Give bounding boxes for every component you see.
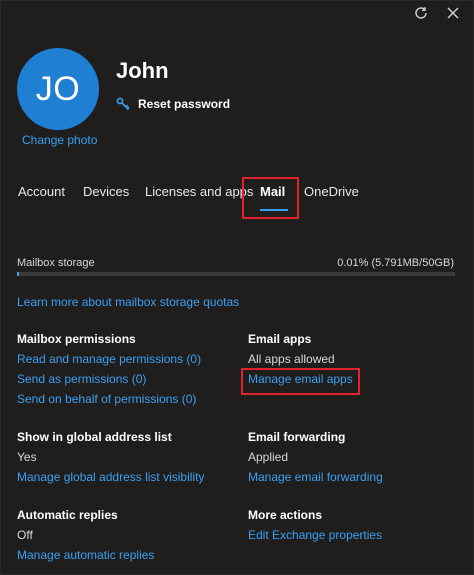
mail-tab-highlight	[242, 177, 299, 219]
mailbox-storage-fill	[17, 272, 20, 276]
manage-email-forwarding-link[interactable]: Manage email forwarding	[248, 470, 383, 484]
user-details-panel: JO Change photo John Reset password Acco…	[0, 0, 474, 575]
avatar: JO	[17, 48, 99, 130]
reset-password-button[interactable]: Reset password	[116, 97, 230, 111]
manage-email-apps-highlight	[241, 368, 360, 395]
global-address-title: Show in global address list	[17, 430, 172, 444]
refresh-icon[interactable]	[410, 2, 432, 24]
send-as-permissions-link[interactable]: Send as permissions (0)	[17, 372, 201, 386]
edit-exchange-properties-link[interactable]: Edit Exchange properties	[248, 528, 382, 542]
tab-account[interactable]: Account	[18, 184, 65, 199]
read-manage-permissions-link[interactable]: Read and manage permissions (0)	[17, 352, 201, 366]
mailbox-storage-bar	[17, 272, 455, 276]
email-apps-status: All apps allowed	[248, 352, 335, 366]
mailbox-storage-value: 0.01% (5.791MB/50GB)	[337, 257, 454, 269]
tab-onedrive[interactable]: OneDrive	[304, 184, 359, 199]
tab-devices[interactable]: Devices	[83, 184, 129, 199]
email-forwarding-title: Email forwarding	[248, 430, 346, 444]
more-actions-title: More actions	[248, 508, 323, 522]
reset-password-label: Reset password	[138, 97, 231, 111]
automatic-replies-title: Automatic replies	[17, 508, 118, 522]
manage-automatic-replies-link[interactable]: Manage automatic replies	[17, 548, 154, 562]
key-icon	[116, 97, 130, 111]
mailbox-permissions-section: Mailbox permissions Read and manage perm…	[17, 332, 201, 412]
automatic-replies-status: Off	[17, 528, 33, 542]
email-forwarding-section: Email forwarding Applied Manage email fo…	[248, 430, 383, 490]
close-icon[interactable]	[442, 2, 464, 24]
change-photo-link[interactable]: Change photo	[22, 133, 97, 147]
mailbox-storage-label: Mailbox storage	[17, 257, 95, 269]
tab-licenses-and-apps[interactable]: Licenses and apps	[145, 184, 253, 199]
more-actions-section: More actions Edit Exchange properties	[248, 508, 382, 548]
global-address-section: Show in global address list Yes Manage g…	[17, 430, 204, 490]
email-apps-title: Email apps	[248, 332, 312, 346]
send-on-behalf-permissions-link[interactable]: Send on behalf of permissions (0)	[17, 392, 201, 406]
user-name: John	[116, 58, 169, 83]
email-forwarding-status: Applied	[248, 450, 289, 464]
global-address-status: Yes	[17, 450, 37, 464]
mailbox-permissions-title: Mailbox permissions	[17, 332, 136, 346]
manage-global-address-link[interactable]: Manage global address list visibility	[17, 470, 204, 484]
learn-more-storage-link[interactable]: Learn more about mailbox storage quotas	[17, 295, 239, 309]
avatar-initials: JO	[35, 69, 81, 108]
automatic-replies-section: Automatic replies Off Manage automatic r…	[17, 508, 154, 568]
top-actions	[410, 2, 464, 24]
